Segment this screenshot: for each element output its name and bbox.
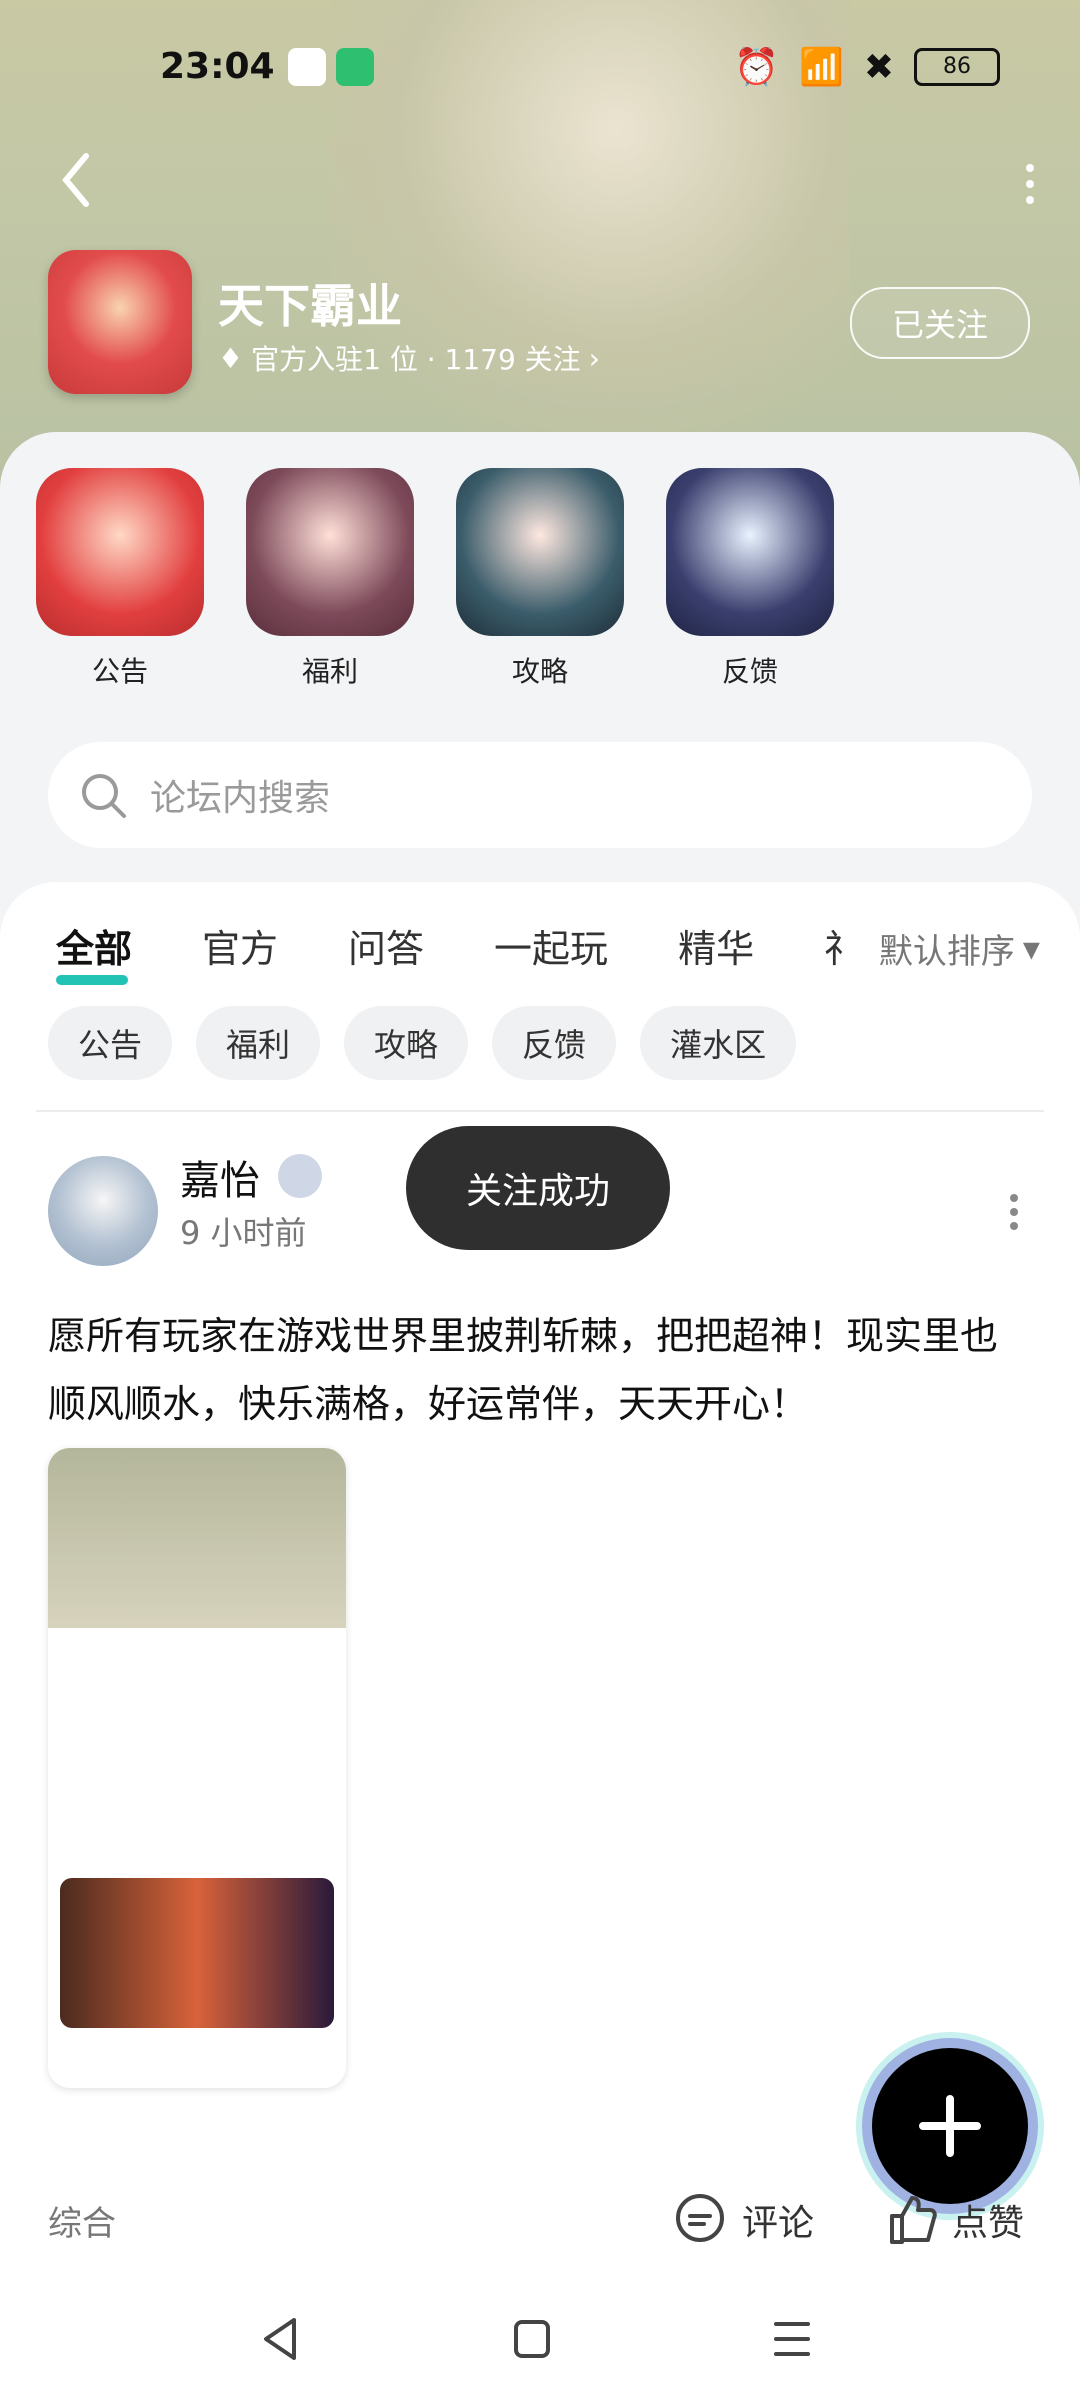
sort-label: 默认排序: [878, 932, 1015, 972]
quick-label: 公告: [91, 655, 148, 688]
post-image-thumbnail[interactable]: [48, 1448, 346, 2088]
author-name[interactable]: 嘉怡: [180, 1148, 260, 1206]
quick-label: 攻略: [511, 655, 568, 688]
status-time: 23:04: [160, 46, 275, 87]
status-right: ⏰ 📶 ✖ 86: [734, 46, 1000, 88]
wifi-icon: 📶: [799, 47, 844, 88]
chip-benefits[interactable]: 福利: [196, 1006, 321, 1080]
thumbs-up-icon: [890, 2196, 937, 2244]
chip-water[interactable]: 灌水区: [640, 1006, 797, 1080]
quick-links: 公告 福利 攻略 反馈: [36, 468, 834, 690]
battery-icon: 86: [914, 48, 1000, 86]
comment-icon: [676, 2194, 724, 2242]
like-button[interactable]: 点赞: [880, 2190, 1024, 2250]
chip-feedback[interactable]: 反馈: [492, 1006, 617, 1080]
post-text: 愿所有玩家在游戏世界里披荆斩棘，把把超神！现实里也顺风顺水，快乐满格，好运常伴，…: [48, 1314, 999, 1426]
diamond-icon: ♦: [218, 341, 244, 375]
thumbnail-artwork: [60, 1878, 334, 2028]
search-placeholder: 论坛内搜索: [150, 778, 331, 819]
like-label: 点赞: [952, 2203, 1025, 2244]
forum-title: 天下霸业: [218, 279, 402, 333]
thumbnail-header: [48, 1448, 346, 1628]
tab-featured[interactable]: 精华: [678, 918, 754, 973]
chevron-right-icon: ›: [588, 341, 600, 375]
search-icon: [82, 774, 126, 818]
quick-label: 福利: [301, 655, 358, 688]
author-avatar[interactable]: [48, 1156, 158, 1266]
filter-chips: 公告 福利 攻略 反馈 灌水区: [48, 1006, 797, 1080]
alarm-icon: ⏰: [734, 47, 779, 88]
announcement-avatar: [36, 468, 204, 636]
quick-item-benefits[interactable]: 福利: [246, 468, 414, 690]
author-badge-icon: [278, 1154, 322, 1198]
forum-search-bar[interactable]: 论坛内搜索: [48, 742, 1032, 848]
triangle-back-icon: [264, 2318, 296, 2360]
feedback-avatar: [666, 468, 834, 636]
post-actions-bar: 综合 评论 点赞: [0, 2160, 1080, 2280]
forum-meta-text: 官方入驻1 位 · 1179 关注: [251, 343, 581, 376]
more-vert-icon: [1010, 1194, 1018, 1230]
nav-home-button[interactable]: [510, 2314, 554, 2368]
caret-down-icon: ▾: [1022, 928, 1040, 969]
post-time: 9 小时前: [180, 1214, 307, 1252]
status-bar: 23:04 ⏰ 📶 ✖ 86: [0, 0, 1080, 130]
cloud-app-icon: [288, 48, 326, 86]
benefits-avatar: [246, 468, 414, 636]
chip-announcement[interactable]: 公告: [48, 1006, 173, 1080]
back-arrow-icon: [62, 153, 89, 207]
quick-item-announcement[interactable]: 公告: [36, 468, 204, 690]
chip-guides[interactable]: 攻略: [344, 1006, 469, 1080]
app-icon: [48, 250, 192, 394]
toast-message: 关注成功: [406, 1126, 670, 1250]
tab-play-together[interactable]: 一起玩: [494, 918, 608, 973]
post-more-button[interactable]: [1004, 1192, 1024, 1232]
divider: [36, 1110, 1044, 1112]
nav-menu-button[interactable]: [770, 2314, 814, 2368]
sort-label-bottom: 综合: [48, 2204, 116, 2244]
sort-dropdown[interactable]: 默认排序 ▾: [879, 924, 1040, 973]
tab-qa[interactable]: 问答: [348, 918, 424, 973]
tab-official[interactable]: 官方: [202, 918, 278, 973]
menu-lines-icon: [774, 2322, 810, 2356]
tab-all[interactable]: 全部: [56, 918, 132, 985]
sim-icon: ✖: [863, 46, 894, 88]
security-app-icon: [336, 48, 374, 86]
guides-avatar: [456, 468, 624, 636]
quick-item-guides[interactable]: 攻略: [456, 468, 624, 690]
back-button[interactable]: [56, 150, 96, 210]
quick-item-feedback[interactable]: 反馈: [666, 468, 834, 690]
tab-gifts[interactable]: 礼: [824, 918, 842, 973]
comment-button[interactable]: 评论: [670, 2190, 814, 2250]
comment-label: 评论: [742, 2203, 815, 2244]
more-vert-icon: [1026, 164, 1034, 204]
plus-icon: [919, 2095, 981, 2157]
nav-back-button[interactable]: [258, 2314, 302, 2368]
quick-label: 反馈: [721, 655, 778, 688]
system-nav-bar: [0, 2290, 1080, 2400]
more-options-button[interactable]: [1020, 160, 1040, 210]
battery-level: 86: [943, 54, 971, 79]
follow-button[interactable]: 已关注: [850, 287, 1030, 359]
square-home-icon: [514, 2320, 550, 2358]
tabs-bar: 全部 官方 问答 一起玩 精华 礼: [56, 918, 842, 985]
forum-meta[interactable]: ♦ 官方入驻1 位 · 1179 关注 ›: [218, 338, 600, 378]
